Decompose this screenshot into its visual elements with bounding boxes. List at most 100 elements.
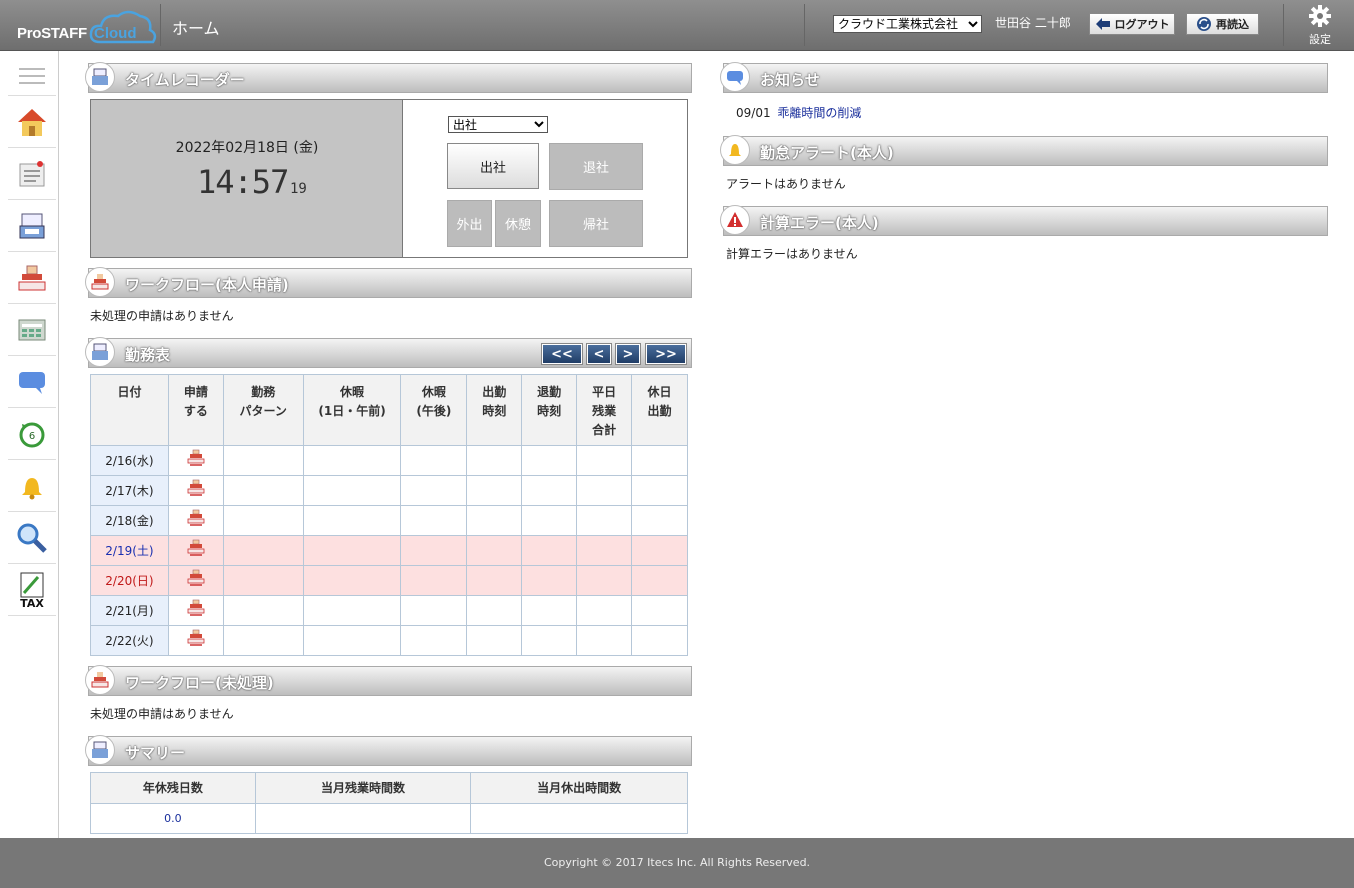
sidebar-border [58,51,59,839]
worktable-cell [631,565,688,596]
apply-stamp-button[interactable] [167,505,224,536]
notices-header: お知らせ [720,62,1328,93]
column-header-line: 休日 [647,385,672,399]
first-page-button[interactable]: << [541,343,583,365]
worktable-cell [302,595,402,626]
column-header-line: 時刻 [482,404,507,418]
workflow-pending-empty: 未処理の申請はありません [90,707,234,721]
worktable-cell [466,445,523,476]
calc-errors-title: 計算エラー(本人) [760,214,879,232]
rest-button[interactable]: 休憩 [495,200,541,247]
arrow-left-icon [1095,18,1110,30]
apply-stamp-button[interactable] [167,595,224,626]
gear-icon [1309,5,1331,27]
header-divider [804,4,805,46]
worktable-cell [400,505,468,536]
worktable-cell [521,625,578,656]
summary-value-holiday-work [470,803,688,834]
row-date[interactable]: 2/19(土) [90,535,169,566]
sidebar-item-workflow[interactable] [8,252,56,304]
logout-button[interactable]: ログアウト [1089,13,1175,35]
sidebar-item-search[interactable] [8,512,56,564]
worktable-cell [400,595,468,626]
page-title: ホーム [172,19,220,38]
prostaff-cloud-logo[interactable]: ProSTAFF Cloud [10,8,157,46]
apply-stamp-button[interactable] [167,445,224,476]
workflow-stamp-icon [18,265,46,290]
notice-link[interactable]: 乖離時間の削減 [777,106,861,120]
worktable-column-header: 休暇 (1日・午前) [302,374,402,446]
sidebar-item-timerecorder[interactable] [8,200,56,252]
header-divider [1283,4,1284,46]
reload-button[interactable]: 再読込 [1186,13,1259,35]
worktable-cell [466,475,523,506]
sidebar-item-alert[interactable] [8,460,56,512]
worktable-row: 2/20(日) [90,565,688,596]
summary-table: 年休残日数 当月残業時間数 当月休出時間数 0.0 [90,772,688,834]
user-name: 世田谷 二十郎 [995,16,1071,30]
notice-item[interactable]: 09/01 乖離時間の削減 [736,104,861,121]
row-date[interactable]: 2/21(月) [90,595,169,626]
summary-header: サマリー [85,735,692,766]
worktable-column-header: 平日 残業 合計 [576,374,633,446]
return-button[interactable]: 帰社 [549,200,643,247]
column-header-line: 合計 [592,423,617,437]
next-page-button[interactable]: > [615,343,641,365]
worktable-row: 2/16(水) [90,445,688,476]
column-header-line: 出勤 [482,385,507,399]
worktable-cell [400,475,468,506]
summary-col-annual-leave: 年休残日数 [90,772,256,804]
last-page-button[interactable]: >> [645,343,687,365]
worktable-cell [222,475,304,506]
apply-stamp-button[interactable] [167,565,224,596]
row-date[interactable]: 2/16(水) [90,445,169,476]
apply-stamp-button[interactable] [167,535,224,566]
apply-stamp-button[interactable] [167,625,224,656]
worktable-body: 2/16(水) 2/17(木) 2/18(金) 2/19(土) 2/20(日) 2/21(… [90,445,688,656]
worktable-cell [466,565,523,596]
sidebar-item-tax[interactable]: TAX [8,564,56,616]
notices-title: お知らせ [760,71,820,89]
apply-stamp-button[interactable] [167,475,224,506]
prev-page-button[interactable]: < [586,343,612,365]
sidebar-item-calculator[interactable] [8,304,56,356]
punch-type-select[interactable]: 出社 [448,116,548,133]
worktable-cell [576,505,633,536]
workflow-stamp-icon [85,665,115,695]
worktable-row: 2/22(火) [90,625,688,656]
worktable-cell [302,475,402,506]
worktable-cell [521,535,578,566]
row-date[interactable]: 2/18(金) [90,505,169,536]
timerecorder-panel: 2022年02月18日 (金) 14:57 19 出社 出社 退社 外出 休憩 … [90,99,688,258]
worktable-column-header: 退勤 時刻 [521,374,578,446]
row-date[interactable]: 2/22(火) [90,625,169,656]
sidebar-item-notice[interactable] [8,148,56,200]
settings-button[interactable]: 設定 [1296,4,1344,48]
time-recorder-icon [85,62,115,92]
sidebar-item-chat[interactable] [8,356,56,408]
workflow-self-empty: 未処理の申請はありません [90,309,234,323]
worktable-cell [576,535,633,566]
column-header-line: 出勤 [647,404,672,418]
worktable-column-header: 出勤 時刻 [466,374,523,446]
worktable: 日付 申請 する 勤務 パターン 休暇 (1日・午前) 休暇 (午後) 出勤 時刻 退勤 時刻 平日 残業合… [90,374,688,656]
summary-col-overtime: 当月残業時間数 [254,772,472,804]
sidebar-item-home[interactable] [8,96,56,148]
sidebar-menu-toggle[interactable] [8,56,56,96]
notice-board-icon [19,160,45,186]
checkout-button[interactable]: 退社 [549,143,643,190]
sidebar-item-history[interactable]: 6 [8,408,56,460]
row-date[interactable]: 2/17(木) [90,475,169,506]
go-out-button[interactable]: 外出 [447,200,492,247]
timerecorder-header: タイムレコーダー [85,62,692,93]
row-date[interactable]: 2/20(日) [90,565,169,596]
workflow-stamp-icon [186,479,206,502]
notice-date: 09/01 [736,106,771,120]
checkin-button[interactable]: 出社 [447,143,539,189]
calc-errors-header: 計算エラー(本人) [720,205,1328,236]
summary-value-annual-leave: 0.0 [90,803,256,834]
worktable-header-row: 日付 申請 する 勤務 パターン 休暇 (1日・午前) 休暇 (午後) 出勤 時刻 退勤 時刻 平日 残業合… [90,374,688,446]
column-header-line: 平日 [592,385,617,399]
company-select[interactable]: クラウド工業株式会社 [833,15,982,33]
worktable-cell [222,505,304,536]
